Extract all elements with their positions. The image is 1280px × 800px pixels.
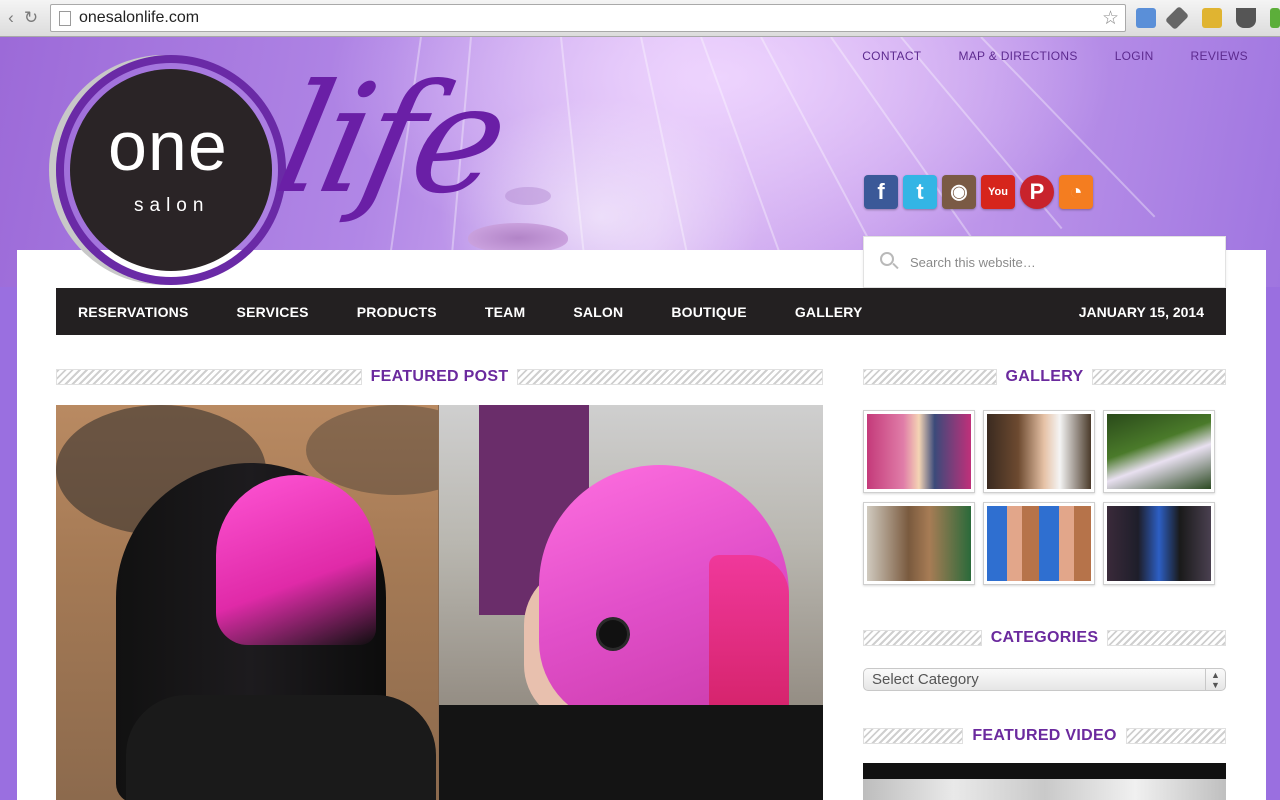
featured-image-right <box>439 405 823 800</box>
extension-icon[interactable] <box>1270 8 1280 28</box>
heading-hatch-right <box>517 369 823 385</box>
select-arrows-icon: ▲ ▼ <box>1205 669 1225 690</box>
gallery-grid <box>863 410 1226 585</box>
heading-hatch-left <box>863 369 997 385</box>
featured-video-player[interactable] <box>863 763 1226 800</box>
twitter-icon[interactable]: t <box>903 175 937 209</box>
main-nav: RESERVATIONS SERVICES PRODUCTS TEAM SALO… <box>56 288 1226 335</box>
nav-item-boutique[interactable]: BOUTIQUE <box>671 304 747 320</box>
ruler-icon[interactable] <box>1202 8 1222 28</box>
video-frame <box>863 779 1226 800</box>
browser-toolbar: ‹ ↻ onesalonlife.com ☆ <box>0 0 1280 37</box>
search-icon <box>880 252 894 266</box>
featured-post-heading: FEATURED POST <box>56 367 823 387</box>
pinterest-icon[interactable]: P <box>1020 175 1054 209</box>
reviews-link[interactable]: REVIEWS <box>1191 49 1248 63</box>
gallery-thumb[interactable] <box>1103 502 1215 585</box>
nav-item-team[interactable]: TEAM <box>485 304 525 320</box>
featured-video-heading: FEATURED VIDEO <box>863 726 1227 746</box>
heading-hatch-right <box>1125 728 1227 744</box>
reload-icon[interactable]: ↻ <box>20 7 42 29</box>
gallery-thumb[interactable] <box>1103 410 1215 493</box>
featured-post-title: FEATURED POST <box>370 368 509 385</box>
site-logo[interactable]: one salon life <box>54 53 517 305</box>
youtube-icon[interactable]: You <box>981 175 1015 209</box>
nav-date: JANUARY 15, 2014 <box>1078 304 1204 320</box>
heading-hatch-right <box>1107 630 1227 646</box>
categories-heading: CATEGORIES <box>863 628 1227 648</box>
top-links: CONTACT MAP & DIRECTIONS LOGIN REVIEWS <box>862 49 1248 63</box>
pocket-icon[interactable] <box>1236 8 1256 28</box>
gallery-heading: GALLERY <box>863 367 1227 387</box>
search-box <box>863 236 1226 288</box>
contact-link[interactable]: CONTACT <box>862 49 921 63</box>
logo-life-text: life <box>263 53 517 227</box>
facebook-icon[interactable]: f <box>864 175 898 209</box>
address-bar[interactable]: onesalonlife.com ☆ <box>50 4 1126 32</box>
featured-video-title: FEATURED VIDEO <box>972 727 1117 744</box>
categories-title: CATEGORIES <box>990 629 1099 646</box>
heading-hatch-right <box>1092 369 1227 385</box>
ear-plug <box>599 620 627 648</box>
model-lips <box>468 223 568 253</box>
nav-item-products[interactable]: PRODUCTS <box>357 304 437 320</box>
translate-icon[interactable] <box>1136 8 1156 28</box>
heading-hatch-left <box>56 369 362 385</box>
gallery-thumb[interactable] <box>863 410 975 493</box>
logo-one-text: one <box>108 107 228 185</box>
pencil-icon[interactable] <box>1164 5 1190 31</box>
search-input[interactable] <box>910 251 1210 273</box>
nav-item-reservations[interactable]: RESERVATIONS <box>78 304 189 320</box>
instagram-icon[interactable]: ◉ <box>942 175 976 209</box>
logo-salon-text: salon <box>134 195 210 216</box>
model-face <box>505 187 551 205</box>
page-icon <box>59 11 71 26</box>
category-select-value: Select Category <box>872 671 979 688</box>
login-link[interactable]: LOGIN <box>1115 49 1154 63</box>
featured-image-left <box>56 405 438 800</box>
gallery-thumb[interactable] <box>983 410 1095 493</box>
category-select[interactable]: Select Category ▲ ▼ <box>863 668 1226 691</box>
featured-post-image[interactable] <box>56 405 823 800</box>
url-text: onesalonlife.com <box>79 9 200 26</box>
back-arrow-icon[interactable]: ‹ <box>0 7 22 29</box>
star-icon[interactable]: ☆ <box>1102 7 1119 30</box>
map-directions-link[interactable]: MAP & DIRECTIONS <box>958 49 1077 63</box>
rss-icon[interactable]: ◔ <box>1059 175 1093 209</box>
gallery-thumb[interactable] <box>983 502 1095 585</box>
social-icons: f t ◉ You P ◔ <box>864 175 1093 209</box>
nav-item-services[interactable]: SERVICES <box>237 304 309 320</box>
heading-hatch-left <box>863 728 964 744</box>
gallery-thumb[interactable] <box>863 502 975 585</box>
gallery-title: GALLERY <box>1005 368 1084 385</box>
nav-item-gallery[interactable]: GALLERY <box>795 304 863 320</box>
nav-item-salon[interactable]: SALON <box>573 304 623 320</box>
heading-hatch-left <box>863 630 982 646</box>
